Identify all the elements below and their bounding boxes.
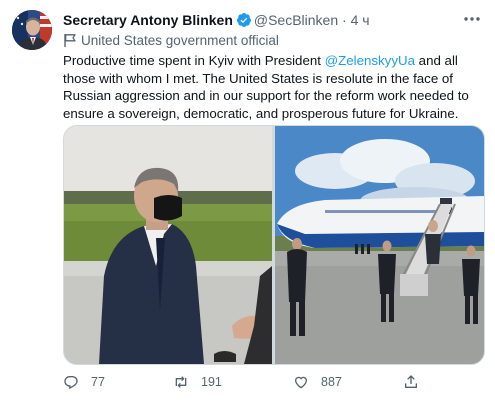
verified-icon <box>236 13 251 27</box>
photo-airplane-boarding[interactable] <box>275 126 484 364</box>
reply-button[interactable]: 77 <box>63 373 105 391</box>
tweet-text-part1: Productive time spent in Kyiv with Presi… <box>63 53 325 68</box>
tweet-card[interactable]: Secretary Antony Blinken @SecBlinken · 4 … <box>0 0 495 401</box>
retweet-count: 191 <box>201 375 222 389</box>
like-icon <box>294 376 308 389</box>
timestamp[interactable]: 4 ч <box>351 12 370 28</box>
separator-dot: · <box>342 12 347 28</box>
tweet-actions: 77 191 887 <box>63 373 483 391</box>
retweet-icon <box>175 376 187 388</box>
government-label[interactable]: United States government official <box>63 32 279 50</box>
retweet-button[interactable]: 191 <box>173 373 222 391</box>
government-flag-icon <box>64 34 76 47</box>
tweet-text: Productive time spent in Kyiv with Presi… <box>63 52 473 122</box>
author-handle[interactable]: @SecBlinken <box>254 12 338 28</box>
photo-blinken-portrait[interactable] <box>64 126 272 364</box>
media-grid <box>63 125 485 365</box>
avatar[interactable] <box>12 10 52 50</box>
like-button[interactable]: 887 <box>293 373 342 391</box>
mention-link[interactable]: @ZelenskyyUa <box>325 53 415 68</box>
share-button[interactable] <box>403 373 431 391</box>
reply-icon <box>64 376 78 390</box>
tweet-header: Secretary Antony Blinken @SecBlinken · 4 … <box>63 11 465 31</box>
more-icon[interactable] <box>461 10 483 28</box>
share-icon <box>405 375 417 388</box>
author-name[interactable]: Secretary Antony Blinken <box>63 12 233 28</box>
reply-count: 77 <box>91 375 105 389</box>
government-label-text: United States government official <box>81 33 279 48</box>
like-count: 887 <box>321 375 342 389</box>
